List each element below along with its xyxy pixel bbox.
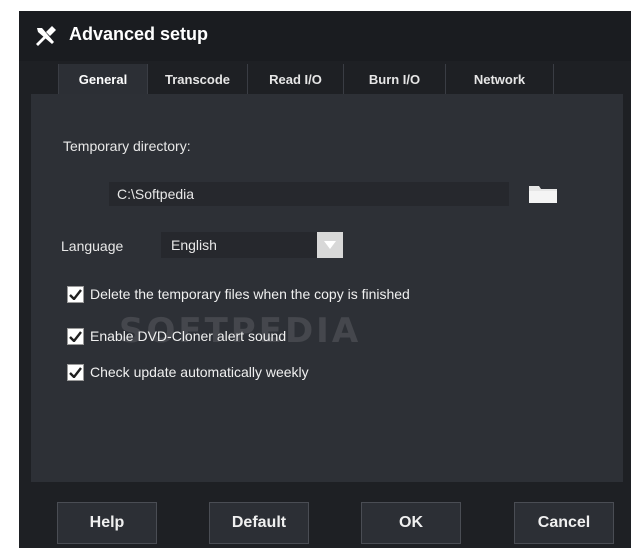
tab-transcode[interactable]: Transcode (148, 64, 248, 94)
folder-icon[interactable] (527, 180, 561, 206)
tab-general[interactable]: General (58, 64, 148, 94)
delete-temp-files-option[interactable]: Delete the temporary files when the copy… (67, 284, 410, 304)
language-select[interactable]: English (161, 232, 343, 258)
auto-update-option[interactable]: Check update automatically weekly (67, 362, 309, 382)
ok-button[interactable]: OK (361, 502, 461, 544)
cancel-button[interactable]: Cancel (514, 502, 614, 544)
button-bar: Help Default OK Cancel (19, 482, 631, 548)
temp-dir-input[interactable]: C:\Softpedia (109, 182, 509, 206)
language-label: Language (61, 238, 124, 254)
delete-temp-files-checkbox[interactable] (67, 285, 84, 303)
advanced-setup-dialog: Advanced setup General Transcode Read I/… (19, 11, 631, 548)
auto-update-label: Check update automatically weekly (90, 364, 309, 380)
language-value: English (171, 237, 217, 253)
tab-bar: General Transcode Read I/O Burn I/O Netw… (58, 64, 554, 94)
dialog-title: Advanced setup (69, 24, 209, 44)
chevron-down-icon[interactable] (317, 232, 343, 258)
help-button[interactable]: Help (57, 502, 157, 544)
title-bar: Advanced setup (19, 11, 631, 61)
temp-dir-label: Temporary directory: (63, 138, 191, 154)
tools-icon (36, 26, 56, 46)
tab-network[interactable]: Network (446, 64, 554, 94)
default-button[interactable]: Default (209, 502, 309, 544)
general-panel: Temporary directory: C:\Softpedia Langua… (31, 94, 623, 482)
delete-temp-files-label: Delete the temporary files when the copy… (90, 286, 410, 302)
auto-update-checkbox[interactable] (67, 363, 84, 381)
tab-burn-io[interactable]: Burn I/O (344, 64, 446, 94)
watermark: SOFTPEDIA (119, 311, 362, 351)
alert-sound-checkbox[interactable] (67, 327, 84, 345)
tab-read-io[interactable]: Read I/O (248, 64, 344, 94)
